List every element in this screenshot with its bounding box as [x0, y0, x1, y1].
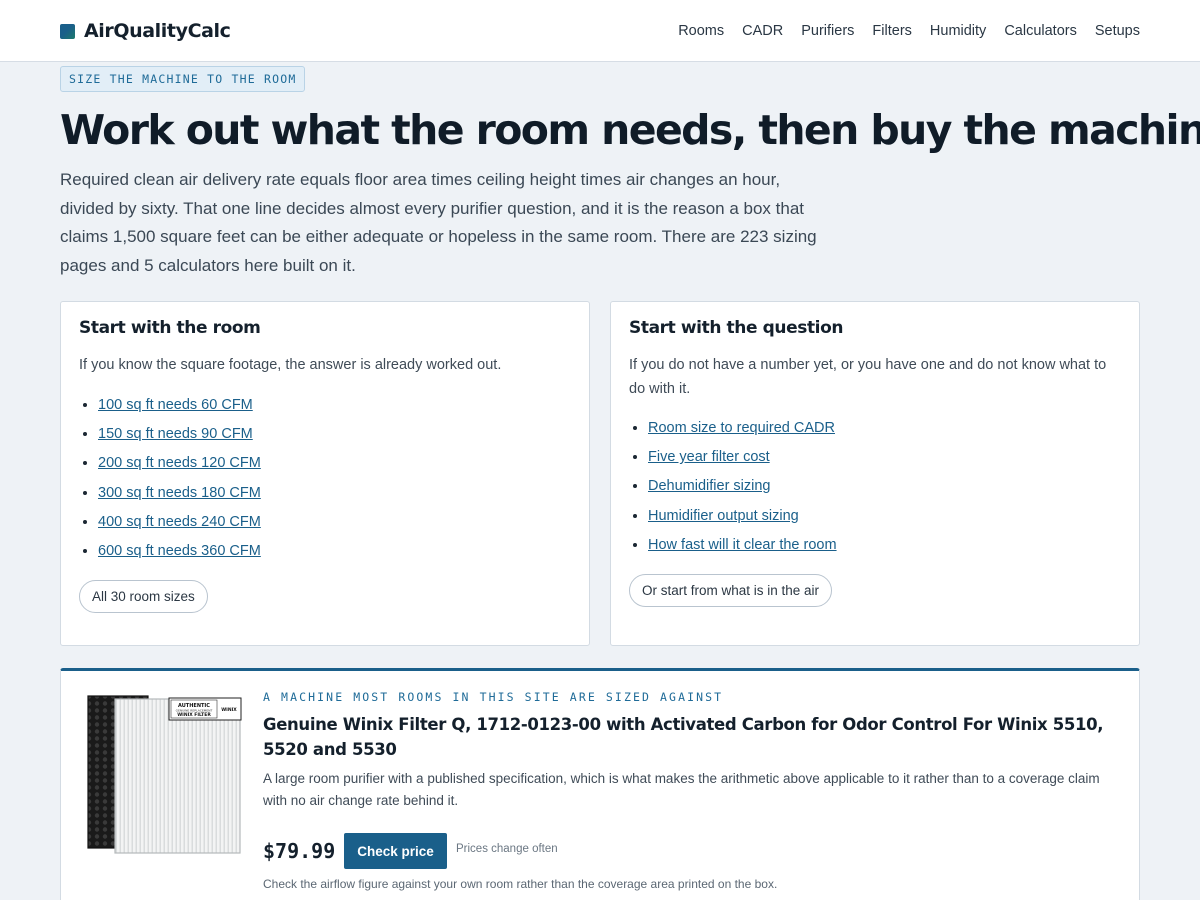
room-size-link[interactable]: 200 sq ft needs 120 CFM [98, 455, 261, 471]
question-card-description: If you do not have a number yet, or you … [629, 357, 1107, 397]
list-item: 200 sq ft needs 120 CFM [98, 453, 261, 482]
product-title[interactable]: Genuine Winix Filter Q, 1712-0123-00 wit… [263, 712, 1123, 762]
calculator-list: Room size to required CADR Five year fil… [648, 418, 837, 564]
check-price-button[interactable]: Check price [344, 833, 447, 869]
featured-product-card: AUTHENTIC GENUINE REPLACEMENT WINIX FILT… [60, 668, 1140, 900]
room-size-list: 100 sq ft needs 60 CFM 150 sq ft needs 9… [98, 395, 261, 570]
list-item: 300 sq ft needs 180 CFM [98, 483, 261, 512]
list-item: Room size to required CADR [648, 418, 837, 447]
brand-logo-icon [60, 23, 75, 39]
product-kicker: A MACHINE MOST ROOMS IN THIS SITE ARE SI… [263, 690, 724, 704]
brand-name: AirQualityCalc [84, 20, 231, 42]
calculator-link[interactable]: How fast will it clear the room [648, 537, 837, 553]
nav-link-filters[interactable]: Filters [872, 23, 911, 39]
calculator-link[interactable]: Dehumidifier sizing [648, 478, 771, 494]
room-card-title: Start with the room [79, 318, 261, 338]
hero-lead-paragraph: Required clean air delivery rate equals … [60, 170, 817, 275]
list-item: 150 sq ft needs 90 CFM [98, 424, 261, 453]
nav-link-purifiers[interactable]: Purifiers [801, 23, 854, 39]
calculator-link[interactable]: Humidifier output sizing [648, 508, 799, 524]
nav-link-humidity[interactable]: Humidity [930, 23, 986, 39]
hero-kicker-badge: SIZE THE MACHINE TO THE ROOM [60, 66, 306, 92]
product-image-brand-tag: WINIX [221, 707, 237, 713]
nav-link-rooms[interactable]: Rooms [678, 23, 724, 39]
product-description: A large room purifier with a published s… [263, 771, 1100, 808]
calculator-link[interactable]: Five year filter cost [648, 449, 770, 465]
room-size-link[interactable]: 300 sq ft needs 180 CFM [98, 485, 261, 501]
list-item: 600 sq ft needs 360 CFM [98, 541, 261, 570]
list-item: How fast will it clear the room [648, 535, 837, 564]
product-image[interactable]: AUTHENTIC GENUINE REPLACEMENT WINIX FILT… [85, 693, 243, 855]
list-item: Humidifier output sizing [648, 506, 837, 535]
product-footnote: Check the airflow figure against your ow… [263, 877, 778, 891]
brand-logo-link[interactable]: AirQualityCalc [60, 18, 231, 44]
price-note: Prices change often [456, 843, 558, 855]
nav-link-setups[interactable]: Setups [1095, 23, 1140, 39]
list-item: 400 sq ft needs 240 CFM [98, 512, 261, 541]
room-size-link[interactable]: 400 sq ft needs 240 CFM [98, 514, 261, 530]
nav-link-calculators[interactable]: Calculators [1004, 23, 1077, 39]
nav-link-cadr[interactable]: CADR [742, 23, 783, 39]
page-title: Work out what the room needs, then buy t… [60, 106, 1200, 154]
room-size-link[interactable]: 600 sq ft needs 360 CFM [98, 543, 261, 559]
main-nav: Rooms CADR Purifiers Filters Humidity Ca… [678, 20, 1140, 42]
room-card-description: If you know the square footage, the answ… [79, 357, 502, 373]
product-price: $79.99 [263, 839, 336, 863]
room-card: Start with the room If you know the squa… [60, 301, 590, 646]
list-item: Five year filter cost [648, 447, 837, 476]
room-size-link[interactable]: 100 sq ft needs 60 CFM [98, 397, 253, 413]
all-room-sizes-button[interactable]: All 30 room sizes [79, 580, 208, 613]
list-item: 100 sq ft needs 60 CFM [98, 395, 261, 424]
question-card-title: Start with the question [629, 318, 844, 338]
start-from-air-button[interactable]: Or start from what is in the air [629, 574, 833, 607]
calculator-link[interactable]: Room size to required CADR [648, 420, 835, 436]
site-header: AirQualityCalc Rooms CADR Purifiers Filt… [0, 0, 1200, 62]
product-image-label-bottom: WINIX FILTER [177, 712, 211, 718]
list-item: Dehumidifier sizing [648, 476, 837, 505]
product-image-label-small: GENUINE REPLACEMENT [176, 709, 213, 713]
room-size-link[interactable]: 150 sq ft needs 90 CFM [98, 426, 253, 442]
question-card: Start with the question If you do not ha… [610, 301, 1140, 646]
